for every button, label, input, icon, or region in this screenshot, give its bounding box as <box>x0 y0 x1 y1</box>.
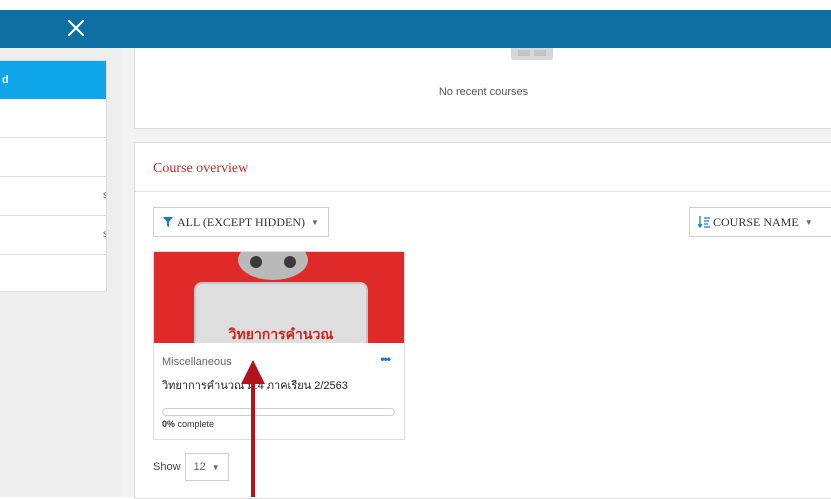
course-image-text: วิทยาการคำนวณ <box>228 326 334 342</box>
chevron-down-icon: ▼ <box>804 217 813 227</box>
course-overview-header: Course overview <box>135 143 831 192</box>
courses-illustration-icon <box>511 48 553 60</box>
close-icon <box>68 20 84 36</box>
course-progress-text: 0% complete <box>162 419 214 429</box>
chevron-down-icon: ▼ <box>310 217 319 227</box>
course-menu-icon[interactable]: ••• <box>380 352 391 366</box>
sidebar-item[interactable] <box>0 255 106 293</box>
sort-label: COURSE NAME <box>713 214 799 229</box>
sidebar-item[interactable] <box>0 138 106 177</box>
course-overview-panel: Course overview ALL (EXCEPT HIDDEN) ▼ CO… <box>134 142 831 499</box>
course-progress-bar <box>162 408 395 416</box>
filter-dropdown-button[interactable]: ALL (EXCEPT HIDDEN) ▼ <box>153 207 329 237</box>
sidebar-block: d s s <box>0 60 107 292</box>
progress-value: 0% <box>162 419 176 429</box>
sidebar-item[interactable]: s <box>0 216 106 255</box>
course-card[interactable]: วิทยาการคำนวณ Miscellaneous ••• วิทยาการ… <box>153 251 405 440</box>
course-name-link[interactable]: วิทยาการคำนวณ ม.4 ภาคเรียน 2/2563 <box>162 376 348 394</box>
sort-icon <box>698 216 710 228</box>
robot-sign: วิทยาการคำนวณ <box>194 282 368 343</box>
sidebar-item-label: s <box>103 216 106 254</box>
filter-icon <box>163 217 173 227</box>
sidebar-item-active[interactable]: d <box>0 61 106 99</box>
robot-eye <box>250 256 262 268</box>
robot-illustration <box>238 252 308 280</box>
sidebar-item[interactable]: s <box>0 177 106 216</box>
course-overview-title: Course overview <box>153 161 249 176</box>
show-label: Show <box>153 461 181 473</box>
progress-suffix: complete <box>175 419 215 429</box>
paging-control: Show 12 ▼ <box>153 453 229 481</box>
sidebar-item-label: s <box>103 177 106 215</box>
course-category: Miscellaneous <box>162 356 232 368</box>
recent-courses-panel: No recent courses <box>134 48 831 129</box>
course-image[interactable]: วิทยาการคำนวณ <box>154 252 404 343</box>
robot-eye <box>284 256 296 268</box>
filter-label: ALL (EXCEPT HIDDEN) <box>177 214 305 229</box>
show-count-value: 12 <box>193 461 206 473</box>
sidebar-item[interactable] <box>0 99 106 138</box>
close-button[interactable] <box>60 12 92 44</box>
no-recent-courses-text: No recent courses <box>438 86 529 98</box>
chevron-down-icon: ▼ <box>211 462 220 472</box>
sort-dropdown-button[interactable]: COURSE NAME ▼ <box>689 207 831 237</box>
sidebar-item-label: d <box>2 74 9 86</box>
show-count-dropdown[interactable]: 12 ▼ <box>184 453 229 481</box>
top-navbar <box>0 10 831 48</box>
